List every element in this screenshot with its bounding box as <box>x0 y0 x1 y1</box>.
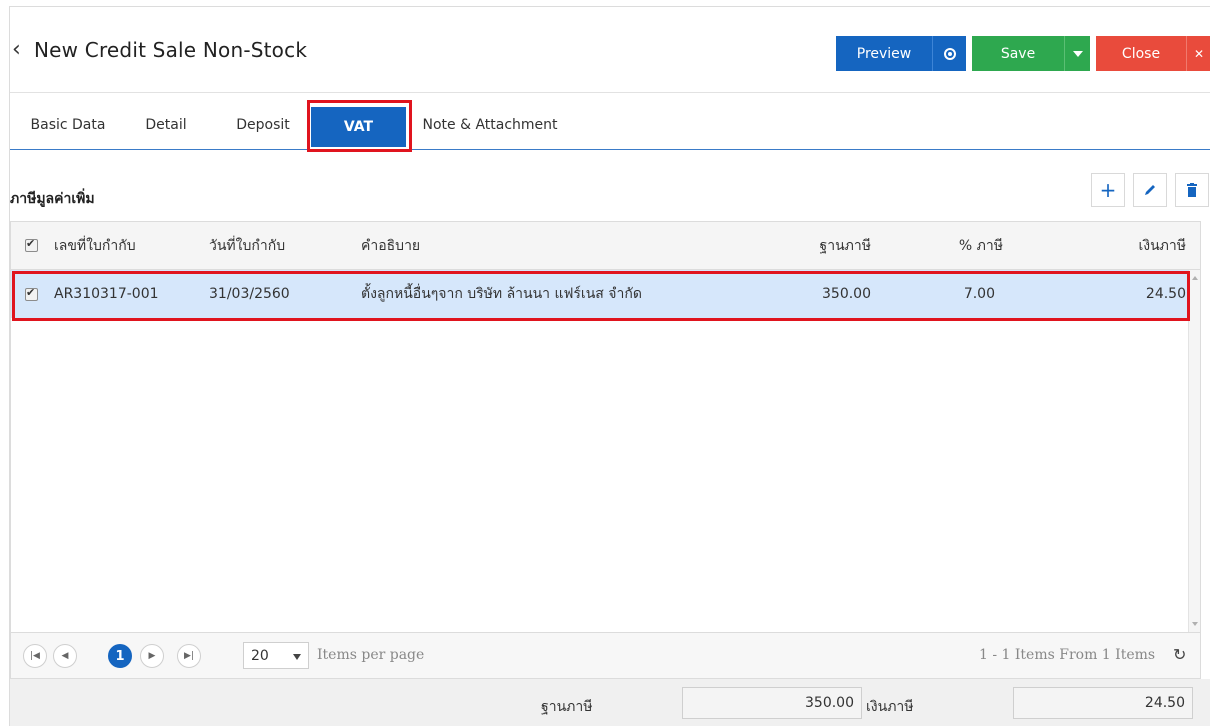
close-icon: ✕ <box>1193 46 1205 61</box>
pencil-icon <box>1145 185 1155 195</box>
first-page-button[interactable]: |◀ <box>23 644 47 668</box>
next-page-button[interactable]: ▶ <box>140 644 164 668</box>
section-title: ภาษีมูลค่าเพิ่ม <box>10 191 95 207</box>
row-description: ตั้งลูกหนี้อื่นๆจาก บริษัท ล้านนา แฟร์เน… <box>361 286 642 302</box>
col-description[interactable]: คำอธิบาย <box>361 222 420 269</box>
edit-button[interactable] <box>1133 173 1167 207</box>
plus-icon: + <box>1099 178 1117 202</box>
tax-amount-total-label: เงินภาษี <box>866 699 914 715</box>
caret-down-icon <box>293 654 301 660</box>
save-options-button[interactable] <box>1064 36 1090 71</box>
items-per-page-label: Items per page <box>317 647 425 663</box>
tab-highlight-box <box>307 100 412 152</box>
tab-bar: Basic Data Detail Deposit VAT Note & Att… <box>10 93 1210 152</box>
prev-page-button[interactable]: ◀ <box>53 644 77 668</box>
preview-toggle-button[interactable] <box>932 36 966 71</box>
last-page-button[interactable]: ▶| <box>177 644 201 668</box>
row-tax-amount: 24.50 <box>1145 286 1186 302</box>
document-window: ‹ New Credit Sale Non-Stock Preview Save… <box>9 6 1210 726</box>
col-tax-base[interactable]: ฐานภาษี <box>791 222 871 269</box>
page-size-value: 20 <box>251 647 269 664</box>
tax-base-total-field: 350.00 <box>682 687 862 719</box>
pager: |◀ ◀ 1 ▶ ▶| 20 Items per page 1 - 1 Item… <box>10 633 1201 679</box>
table-row[interactable]: AR310317-001 31/03/2560 ตั้งลูกหนี้อื่นๆ… <box>11 270 1188 318</box>
scroll-up-icon[interactable] <box>1192 276 1198 280</box>
save-button[interactable]: Save <box>972 36 1064 71</box>
preview-button[interactable]: Preview <box>836 36 932 71</box>
next-page-icon: ▶ <box>148 651 156 661</box>
col-invoice-no[interactable]: เลขที่ใบกำกับ <box>54 222 136 269</box>
tax-amount-total-field: 24.50 <box>1013 687 1193 719</box>
pager-info: 1 - 1 Items From 1 Items <box>979 647 1156 663</box>
close-x-button[interactable]: ✕ <box>1186 36 1210 71</box>
refresh-icon[interactable]: ↻ <box>1173 645 1186 664</box>
col-invoice-date[interactable]: วันที่ใบกำกับ <box>209 222 285 269</box>
row-checkbox[interactable] <box>25 270 38 318</box>
scroll-down-icon[interactable] <box>1192 622 1198 626</box>
page-title: New Credit Sale Non-Stock <box>34 38 308 62</box>
tab-deposit[interactable]: Deposit <box>230 107 296 143</box>
tab-note-attachment[interactable]: Note & Attachment <box>420 107 560 143</box>
close-button[interactable]: Close <box>1096 36 1186 71</box>
row-invoice-date: 31/03/2560 <box>209 286 290 302</box>
header: ‹ New Credit Sale Non-Stock Preview Save… <box>10 7 1210 93</box>
col-tax-amount[interactable]: เงินภาษี <box>1091 222 1186 269</box>
row-tax-pct: 7.00 <box>963 286 995 302</box>
add-button[interactable]: + <box>1091 173 1125 207</box>
row-invoice-no: AR310317-001 <box>54 286 159 302</box>
check-icon <box>25 286 38 301</box>
select-all-checkbox[interactable] <box>25 222 38 269</box>
first-page-icon: |◀ <box>30 651 40 661</box>
page-size-select[interactable]: 20 <box>243 642 309 669</box>
tax-base-total-label: ฐานภาษี <box>541 699 593 715</box>
tax-amount-total-value: 24.50 <box>1144 695 1185 711</box>
prev-page-icon: ◀ <box>61 651 69 661</box>
title-area: ‹ New Credit Sale Non-Stock <box>12 35 307 65</box>
vat-grid: เลขที่ใบกำกับ วันที่ใบกำกับ คำอธิบาย ฐาน… <box>10 221 1201 633</box>
trash-icon <box>1187 183 1197 197</box>
grid-scrollbar[interactable] <box>1188 270 1200 632</box>
tax-base-total-value: 350.00 <box>805 695 854 711</box>
row-tax-base: 350.00 <box>822 286 871 302</box>
chevron-left-icon[interactable]: ‹ <box>12 35 34 65</box>
totals-bar: ฐานภาษี 350.00 เงินภาษี 24.50 <box>10 679 1210 726</box>
delete-button[interactable] <box>1175 173 1209 207</box>
check-icon <box>25 237 38 252</box>
page-1-button[interactable]: 1 <box>108 644 132 668</box>
tab-basic-data[interactable]: Basic Data <box>18 107 118 143</box>
caret-down-icon <box>1072 50 1083 57</box>
grid-header: เลขที่ใบกำกับ วันที่ใบกำกับ คำอธิบาย ฐาน… <box>11 222 1200 270</box>
col-tax-pct[interactable]: % ภาษี <box>933 222 1003 269</box>
tab-detail[interactable]: Detail <box>136 107 196 143</box>
last-page-icon: ▶| <box>184 651 194 661</box>
eye-icon <box>943 47 956 60</box>
